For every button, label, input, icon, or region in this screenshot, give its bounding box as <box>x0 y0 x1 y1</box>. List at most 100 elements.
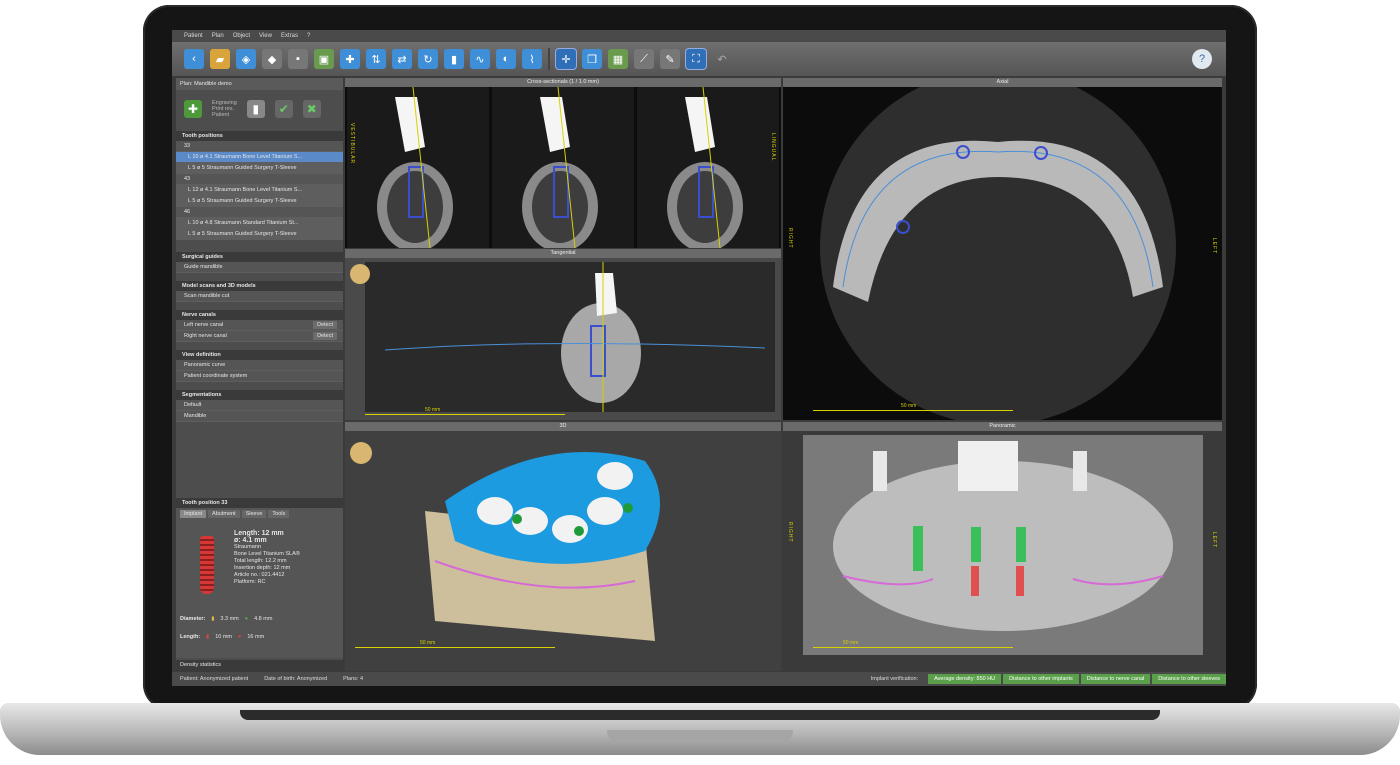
detect-button[interactable]: Detect <box>313 332 337 340</box>
panoramic-view[interactable]: Panoramic RIGHT LEFT 50 mm <box>783 422 1222 671</box>
tab-implant[interactable]: Implant <box>180 510 207 518</box>
section-view-definition[interactable]: View definition <box>176 350 343 360</box>
nerve-row[interactable]: Right nerve canal Detect <box>176 331 343 342</box>
3d-view[interactable]: 3D 50 mm <box>345 422 781 671</box>
sleeve-icon[interactable]: ▮ <box>444 49 464 69</box>
length-min-icon: ▮ <box>206 634 210 640</box>
section-tooth-positions[interactable]: Tooth positions <box>176 131 343 141</box>
status-badge[interactable]: Average density: 850 HU <box>928 674 1002 684</box>
density-statistics[interactable]: Density statistics <box>176 660 347 670</box>
cross-sectional-images <box>347 87 779 248</box>
length-max[interactable]: 16 mm <box>247 634 264 640</box>
menu-bar: Patient Plan Object View Extras ? <box>172 30 1226 42</box>
view-row[interactable]: Panoramic curve <box>176 360 343 371</box>
check-icon[interactable]: ✔ <box>274 100 293 118</box>
scale-label: 50 mm <box>901 403 917 409</box>
delete-icon[interactable]: ✖ <box>302 100 321 118</box>
help-icon[interactable]: ? <box>1192 49 1212 69</box>
tooth-group[interactable]: 46 <box>176 207 343 218</box>
segmentation-row[interactable]: Default <box>176 400 343 411</box>
add-implant-icon[interactable]: ✚ <box>184 100 202 118</box>
cross-panel-1 <box>347 87 489 248</box>
detail-line: Total length: 12.2 mm <box>234 558 287 564</box>
diameter-min[interactable]: 3.3 mm <box>220 616 238 622</box>
skull-icon <box>350 442 372 464</box>
guide-icon[interactable]: ◐ <box>496 49 516 69</box>
diameter-max[interactable]: 4.8 mm <box>254 616 272 622</box>
folder-icon[interactable]: ▰ <box>210 49 230 69</box>
menu-object[interactable]: Object <box>233 33 250 39</box>
nerve-icon[interactable]: ∿ <box>470 49 490 69</box>
scale-bar <box>365 414 565 415</box>
scan-icon[interactable]: ◈ <box>236 49 256 69</box>
toolbar: ‹ ▰ ◈ ◆ ▪ ▣ ✚ ⇅ ⇄ ↻ ▮ ∿ ◐ ⌇ ✛ ❒ ▦ ⟋ ✎ ⛶ … <box>172 42 1226 76</box>
back-icon[interactable]: ‹ <box>184 49 204 69</box>
axial-view[interactable]: Axial RIGHT LEFT 50 mm <box>783 78 1222 420</box>
sleeve-tool-icon[interactable]: ▮ <box>246 100 265 118</box>
ruler-icon[interactable]: ⟋ <box>634 49 654 69</box>
menu-extras[interactable]: Extras <box>281 33 298 39</box>
box-icon[interactable]: ▣ <box>314 49 334 69</box>
menu-view[interactable]: View <box>259 33 272 39</box>
model-icon[interactable]: ◆ <box>262 49 282 69</box>
tab-abutment[interactable]: Abutment <box>208 510 240 518</box>
measure-icon[interactable]: ⌇ <box>522 49 542 69</box>
status-bar: Patient: Anonymized patient Date of birt… <box>172 672 1226 686</box>
implant-rotate-icon[interactable]: ↻ <box>418 49 438 69</box>
tab-sleeve[interactable]: Sleeve <box>241 510 267 518</box>
tangential-view[interactable]: Tangential 50 mm <box>345 249 781 420</box>
tooth-group[interactable]: 43 <box>176 174 343 185</box>
implant-row[interactable]: L 10 ø 4.1 Straumann Bone Level Titanium… <box>176 152 343 163</box>
tooth-view-icon[interactable]: ⛶ <box>686 49 706 69</box>
status-patient: Patient: Anonymized patient <box>180 676 249 682</box>
section-model-scans[interactable]: Model scans and 3D models <box>176 281 343 291</box>
view-title: 3D <box>345 422 781 431</box>
detail-line: Bone Level Titanium SLA® <box>234 551 300 557</box>
nerve-row[interactable]: Left nerve canal Detect <box>176 320 343 331</box>
tooth-group[interactable]: 33 <box>176 141 343 152</box>
implant-marker <box>971 527 981 562</box>
scan-row[interactable]: Scan mandible cut <box>176 291 343 302</box>
status-badge[interactable]: Distance to nerve canal <box>1080 674 1151 684</box>
menu-patient[interactable]: Patient <box>184 33 203 39</box>
length-min[interactable]: 10 mm <box>215 634 232 640</box>
undo-icon[interactable]: ↶ <box>712 49 732 69</box>
annotation-icon[interactable]: ✎ <box>660 49 680 69</box>
implant-align-icon[interactable]: ⇅ <box>366 49 386 69</box>
section-nerve-canals[interactable]: Nerve canals <box>176 310 343 320</box>
section-segmentations[interactable]: Segmentations <box>176 390 343 400</box>
status-badge[interactable]: Distance to other implants <box>1003 674 1079 684</box>
detect-button[interactable]: Detect <box>313 321 337 329</box>
implant-row[interactable]: L 12 ø 4.1 Straumann Bone Level Titanium… <box>176 185 343 196</box>
implant-marker <box>913 526 923 571</box>
segmentation-row[interactable]: Mandible <box>176 411 343 422</box>
crosshair-icon[interactable]: ✛ <box>556 49 576 69</box>
lingual-label: LINGUAL <box>770 133 776 162</box>
disabled-icon[interactable]: ▪ <box>288 49 308 69</box>
implant-move-icon[interactable]: ⇄ <box>392 49 412 69</box>
vestibular-label: VESTIBULAR <box>349 123 355 165</box>
cross-sectional-view[interactable]: Cross-sectionals (1 / 1.0 mm) VESTIBULAR… <box>345 78 781 248</box>
section-surgical-guides[interactable]: Surgical guides <box>176 252 343 262</box>
detail-line: Insertion depth: 12 mm <box>234 565 291 571</box>
implant-add-icon[interactable]: ✚ <box>340 49 360 69</box>
right-label: RIGHT <box>787 522 793 543</box>
sleeve-row[interactable]: L 5 ø 5 Straumann Guided Surgery T-Sleev… <box>176 229 343 240</box>
view-row[interactable]: Patient coordinate system <box>176 371 343 382</box>
status-badge[interactable]: Distance to other sleeves <box>1152 674 1226 684</box>
implant-row[interactable]: L 10 ø 4.8 Straumann Standard Titanium S… <box>176 218 343 229</box>
implant-marker <box>1016 527 1026 562</box>
layout-icon[interactable]: ▦ <box>608 49 628 69</box>
trackpad-notch <box>607 730 793 743</box>
menu-plan[interactable]: Plan <box>212 33 224 39</box>
tab-tools[interactable]: Tools <box>268 510 290 518</box>
sleeve-row[interactable]: L 5 ø 5 Straumann Guided Surgery T-Sleev… <box>176 163 343 174</box>
sleeve-row[interactable]: L 5 ø 5 Straumann Guided Surgery T-Sleev… <box>176 196 343 207</box>
view-title: Tangential <box>345 249 781 258</box>
detail-line: Straumann <box>234 544 261 550</box>
plan-option[interactable]: Patient <box>212 112 237 118</box>
cube-view-icon[interactable]: ❒ <box>582 49 602 69</box>
menu-help[interactable]: ? <box>307 33 310 39</box>
guide-row[interactable]: Guide mandible <box>176 262 343 273</box>
status-verification: Implant verification: <box>870 676 919 682</box>
